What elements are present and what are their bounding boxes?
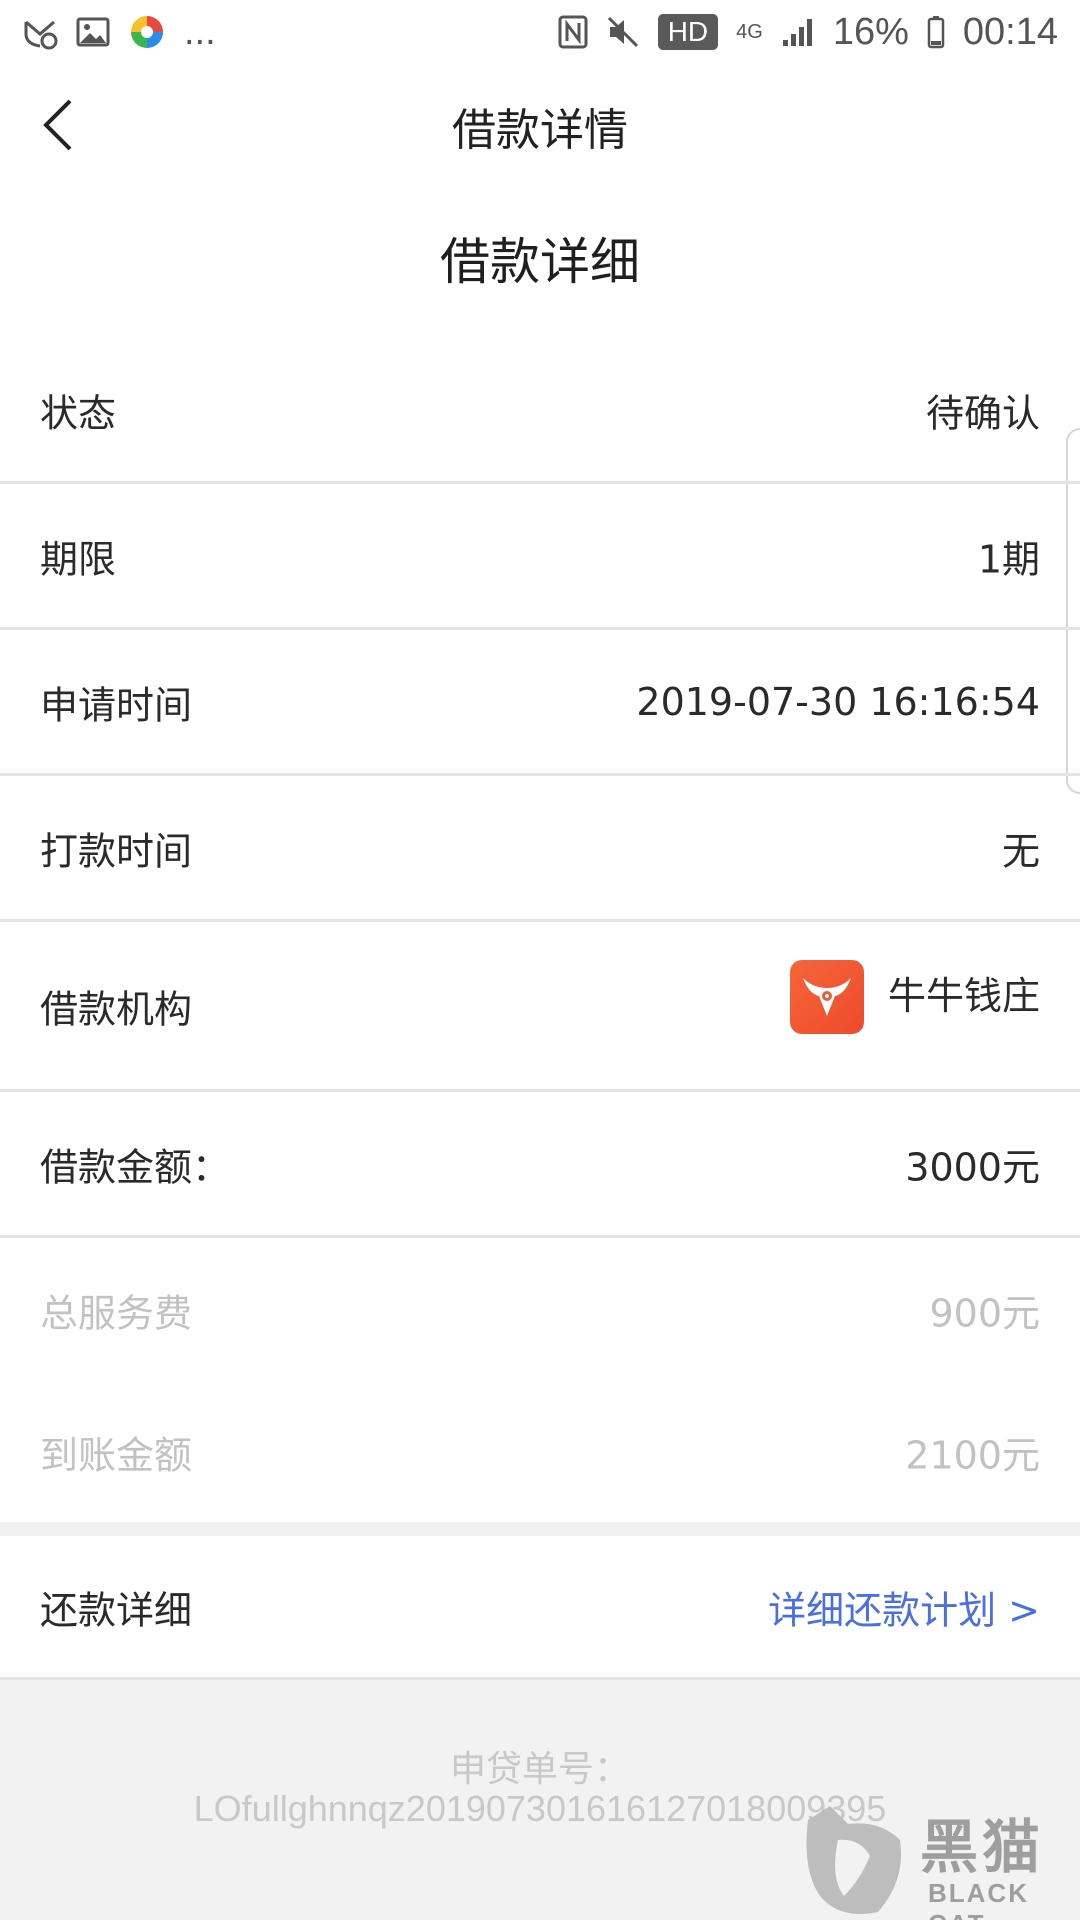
detail-row-lender: 借款机构 牛牛钱庄: [0, 922, 1080, 1092]
gallery-icon: [76, 17, 110, 47]
battery-percent: 16%: [832, 10, 909, 53]
battery-icon: [927, 15, 945, 49]
order-number-label: 申贷单号：: [449, 1749, 630, 1790]
more-notifications-indicator: ...: [184, 10, 216, 53]
page-title: 借款详情: [452, 105, 628, 156]
detail-row-status: 状态 待确认: [0, 338, 1080, 484]
hd-badge: HD: [657, 14, 719, 50]
status-value: 待确认: [925, 391, 1040, 435]
detail-row-term: 期限 1期: [0, 484, 1080, 630]
repayment-plan-link[interactable]: 详细还款计划 >: [768, 1579, 1040, 1634]
apply-time-value: 2019-07-30 16:16:54: [636, 679, 1040, 724]
payout-time-value: 无: [1001, 829, 1040, 873]
detail-row-received: 到账金额 2100元: [0, 1382, 1080, 1522]
status-right: HD 4G 16% 00:14: [558, 11, 1058, 54]
repayment-label: 还款详细: [40, 1588, 193, 1632]
payout-time-label: 打款时间: [40, 829, 193, 873]
shield-notification-icon: [22, 14, 58, 50]
apply-time-label: 申请时间: [40, 683, 193, 727]
amount-label: 借款金额：: [40, 1145, 231, 1189]
mute-icon: [606, 15, 640, 49]
black-cat-logo-icon: [806, 1806, 902, 1914]
lender-name: 牛牛钱庄: [887, 973, 1040, 1018]
section-divider: [0, 1522, 1080, 1536]
status-label: 状态: [40, 391, 117, 435]
detail-row-repayment: 还款详细 详细还款计划 >: [0, 1536, 1080, 1680]
watermark-en: BLACK CAT: [928, 1878, 1029, 1920]
detail-row-apply-time: 申请时间 2019-07-30 16:16:54: [0, 630, 1080, 776]
detail-row-amount: 借款金额： 3000元: [0, 1092, 1080, 1238]
service-fee-value: 900元: [929, 1291, 1040, 1336]
niuniu-logo-icon: [789, 960, 864, 1034]
signal-icon: [781, 16, 815, 48]
status-bar: ... HD 4G 16% 00:14: [0, 0, 1080, 64]
detail-list: 状态 待确认 期限 1期 申请时间 2019-07-30 16:16:54 打款…: [0, 338, 1080, 1680]
watermark-cn: 黑猫: [920, 1813, 1045, 1881]
amount-value: 3000元: [905, 1145, 1040, 1189]
clock: 00:14: [962, 10, 1058, 53]
received-label: 到账金额: [40, 1433, 193, 1478]
app-colorful-icon: [128, 13, 166, 51]
lender-value: 牛牛钱庄: [789, 960, 1040, 1034]
nfc-icon: [558, 15, 588, 49]
term-label: 期限: [40, 537, 117, 581]
watermark: 黑猫 BLACK CAT: [800, 1800, 1080, 1920]
detail-row-service-fee: 总服务费 900元: [0, 1238, 1080, 1382]
lender-label: 借款机构: [40, 987, 193, 1031]
screen: ... HD 4G 16% 00:14 借款详情 借款详细 状态 待确认 期限 …: [0, 0, 1080, 1920]
section-heading: 借款详细: [440, 233, 640, 291]
status-left: ...: [22, 11, 216, 54]
detail-row-payout-time: 打款时间 无: [0, 776, 1080, 922]
received-value: 2100元: [905, 1433, 1040, 1478]
service-fee-label: 总服务费: [40, 1291, 193, 1336]
title-bar: 借款详情: [0, 64, 1080, 184]
network-type: 4G: [736, 21, 763, 43]
term-value: 1期: [977, 537, 1040, 581]
